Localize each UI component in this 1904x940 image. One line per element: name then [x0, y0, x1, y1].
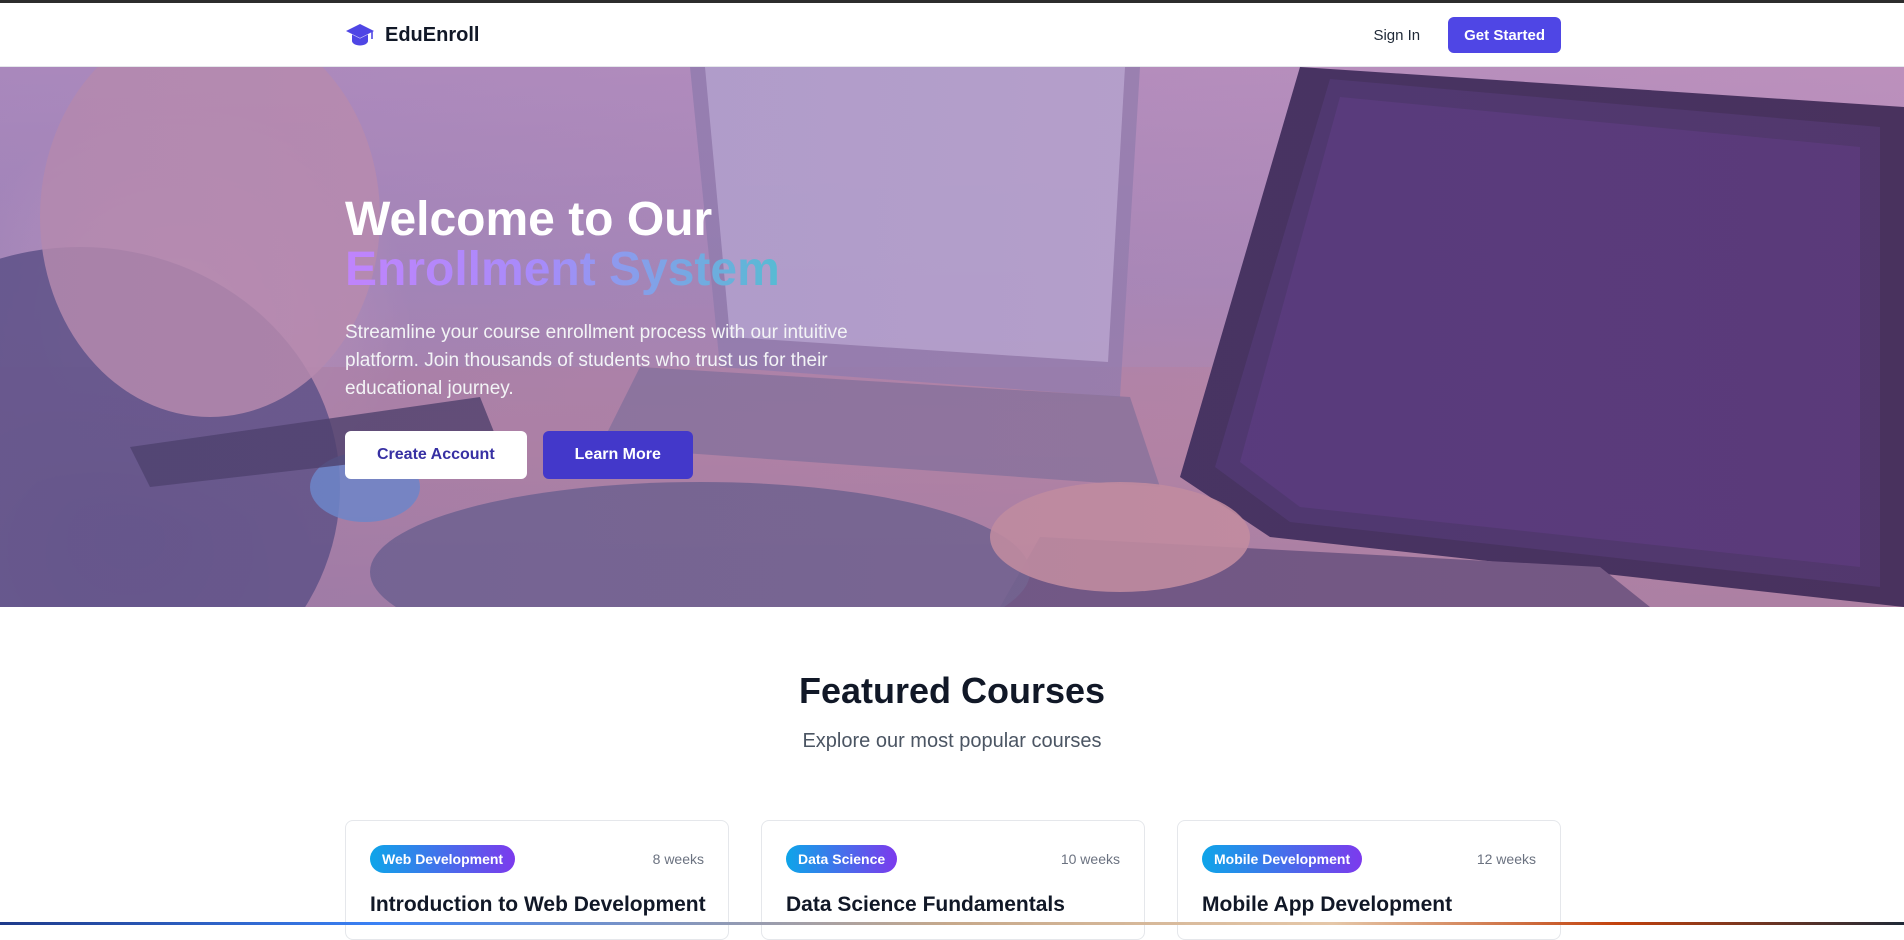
hero-title-line2: Enrollment System	[345, 245, 905, 295]
course-duration: 10 weeks	[1060, 851, 1120, 867]
navbar: EduEnroll Sign In Get Started	[0, 3, 1904, 67]
course-category-badge: Mobile Development	[1202, 845, 1363, 873]
sign-in-link[interactable]: Sign In	[1373, 27, 1420, 44]
course-title: Mobile App Development	[1202, 893, 1453, 916]
featured-courses-subtitle: Explore our most popular courses	[802, 730, 1102, 752]
learn-more-button[interactable]: Learn More	[542, 431, 693, 479]
get-started-button[interactable]: Get Started	[1448, 17, 1561, 53]
brand[interactable]: EduEnroll	[345, 22, 479, 48]
hero-overlay	[0, 67, 1904, 607]
featured-courses-title: Featured Courses	[798, 670, 1106, 711]
hero-section: Welcome to Our Enrollment System Streaml…	[0, 67, 1904, 607]
course-category-badge: Web Development	[370, 845, 516, 873]
course-duration: 12 weeks	[1476, 851, 1536, 867]
course-title: Data Science Fundamentals	[786, 893, 1065, 916]
brand-name: EduEnroll	[385, 23, 480, 46]
hero-subtitle: Streamline your course enrollment proces…	[345, 322, 848, 399]
course-duration: 8 weeks	[652, 851, 704, 867]
navbar-inner: EduEnroll Sign In Get Started	[345, 3, 1561, 67]
hero-actions: Create Account Learn More	[345, 431, 905, 479]
graduation-cap-icon	[345, 22, 375, 48]
hero-title-line1: Welcome to Our	[345, 193, 713, 246]
hero-content: Welcome to Our Enrollment System Streaml…	[345, 195, 905, 479]
course-title: Introduction to Web Development	[370, 893, 706, 916]
hero-title: Welcome to Our Enrollment System	[345, 195, 905, 295]
nav-actions: Sign In Get Started	[1373, 17, 1561, 53]
create-account-button[interactable]: Create Account	[345, 431, 527, 479]
course-category-badge: Data Science	[786, 845, 898, 873]
